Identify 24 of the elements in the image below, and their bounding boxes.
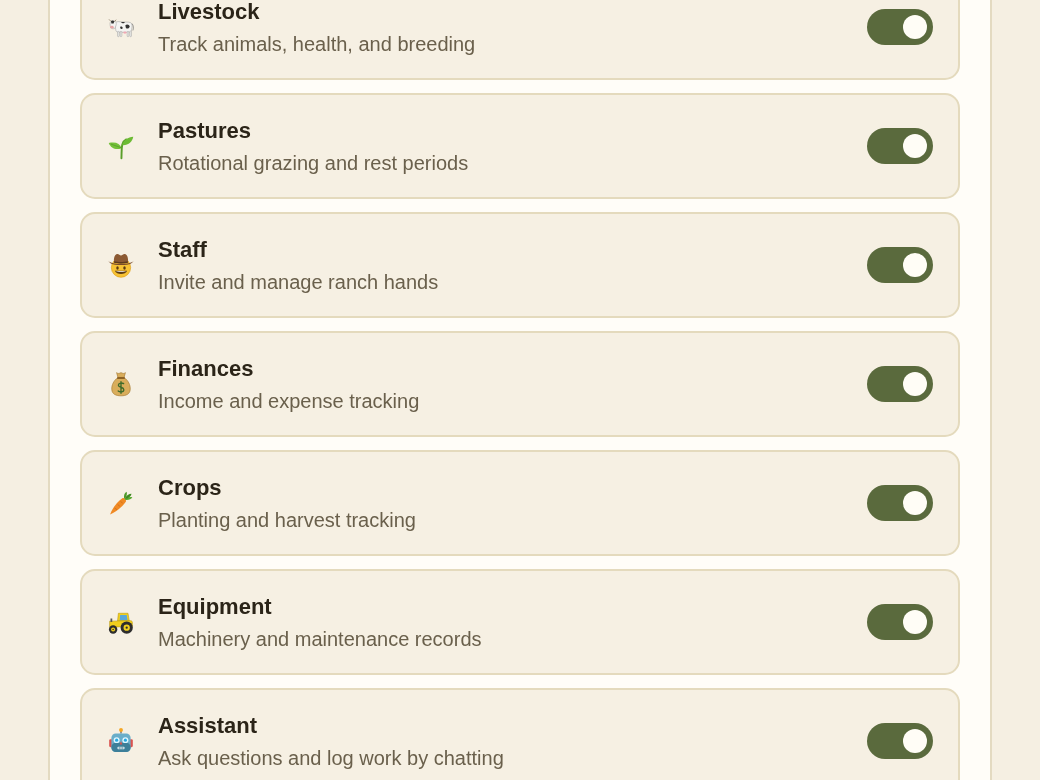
carrot-icon — [107, 489, 135, 517]
module-title: Livestock — [158, 0, 261, 26]
toggle-switch[interactable] — [867, 247, 933, 283]
toggle-switch[interactable] — [867, 723, 933, 759]
module-title: Equipment — [158, 592, 273, 621]
module-description: Ask questions and log work by chatting — [158, 745, 505, 771]
module-title: Staff — [158, 235, 208, 264]
module-description: Machinery and maintenance records — [158, 626, 483, 652]
module-description: Invite and manage ranch hands — [158, 269, 440, 295]
module-title: Assistant — [158, 711, 259, 740]
cowboy-face-icon — [107, 251, 135, 279]
module-description: Rotational grazing and rest periods — [158, 150, 470, 176]
module-description: Planting and harvest tracking — [158, 507, 417, 533]
module-title: Finances — [158, 354, 255, 383]
module-description: Income and expense tracking — [158, 388, 421, 414]
toggle-switch[interactable] — [867, 366, 933, 402]
toggle-switch[interactable] — [867, 128, 933, 164]
toggle-switch[interactable] — [867, 485, 933, 521]
module-title: Pastures — [158, 116, 252, 145]
robot-icon — [107, 727, 135, 755]
module-description: Track animals, health, and breeding — [158, 31, 477, 57]
module-title: Crops — [158, 473, 223, 502]
toggle-switch[interactable] — [867, 604, 933, 640]
toggle-switch[interactable] — [867, 9, 933, 45]
